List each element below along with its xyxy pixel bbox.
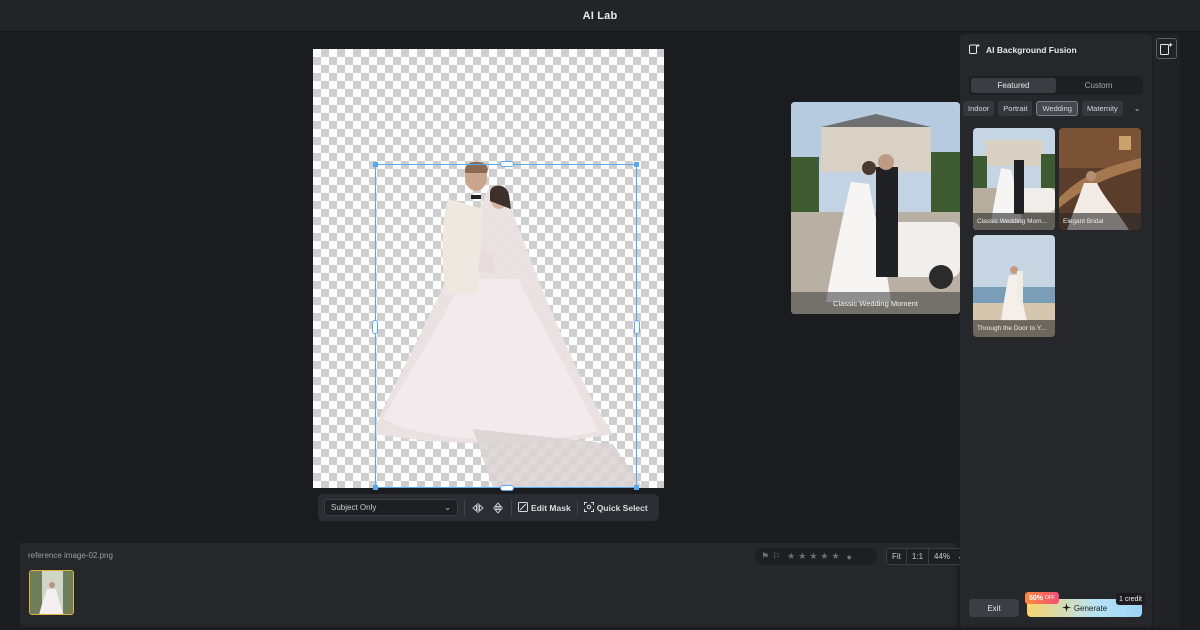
star-icon[interactable]: ★	[831, 551, 839, 562]
chevron-down-icon[interactable]: ⌄	[1134, 104, 1141, 113]
generate-label: Generate	[1073, 603, 1108, 613]
chevron-down-icon: ⌄	[444, 503, 451, 512]
thumbnail-image	[30, 571, 73, 614]
template-card[interactable]: Elegant Bridal	[1059, 128, 1141, 230]
file-name: reference image-02.png	[28, 551, 113, 560]
star-icon[interactable]: ★	[809, 551, 817, 562]
preview-caption: Classic Wedding Moment	[791, 292, 960, 314]
background-fusion-icon	[969, 43, 980, 56]
category-indoor[interactable]: Indoor	[963, 101, 995, 116]
tab-featured[interactable]: Featured	[971, 78, 1056, 93]
divider	[576, 499, 578, 516]
template-caption: Classic Wedding Mom...	[973, 213, 1055, 230]
category-maternity[interactable]: Maternity	[1081, 101, 1123, 116]
panel-tabs: Featured Custom	[969, 76, 1143, 95]
flag-icon[interactable]: ⚑	[761, 551, 769, 562]
discount-suffix: OFF	[1045, 595, 1056, 601]
edit-mask-icon	[518, 501, 528, 514]
rating-bar: ⚑ ⚐ ★ ★ ★ ★ ★ ●	[755, 548, 877, 565]
tab-custom[interactable]: Custom	[1056, 78, 1141, 93]
exit-button[interactable]: Exit	[969, 599, 1019, 617]
template-caption: Through the Door to Y...	[973, 320, 1055, 337]
template-card[interactable]: Through the Door to Y...	[973, 235, 1055, 337]
app-title: AI Lab	[582, 9, 618, 22]
resize-corner-top-right[interactable]	[634, 162, 639, 167]
thumbnail-selected[interactable]	[29, 570, 74, 615]
discount-value: 50%	[1029, 594, 1044, 602]
edit-mask-button[interactable]: Edit Mask	[518, 501, 571, 514]
canvas-toolbar: Subject Only ⌄ Edit Mask Quick Select	[318, 494, 659, 521]
category-wedding[interactable]: Wedding	[1036, 101, 1078, 116]
color-label-icon[interactable]: ●	[847, 552, 852, 562]
tool-sidebar	[1153, 34, 1180, 627]
quick-select-icon	[583, 501, 594, 514]
star-icon[interactable]: ★	[820, 551, 828, 562]
selection-box[interactable]	[372, 161, 640, 491]
zoom-level-value: 44%	[934, 552, 951, 561]
filmstrip: reference image-02.png ⚑ ⚐ ★ ★ ★ ★ ★ ● F…	[20, 543, 970, 627]
star-icon[interactable]: ★	[787, 551, 795, 562]
divider	[464, 499, 465, 516]
discount-badge: 50% OFF	[1025, 592, 1060, 604]
category-portrait[interactable]: Portrait	[998, 101, 1033, 116]
reject-flag-icon[interactable]: ⚐	[772, 551, 780, 562]
resize-corner-bottom-left[interactable]	[373, 485, 378, 490]
category-chips: Indoor Portrait Wedding Maternity ⌄	[963, 101, 1140, 116]
reference-preview: Classic Wedding Moment	[791, 102, 960, 314]
quick-select-button[interactable]: Quick Select	[583, 501, 648, 514]
quick-select-label: Quick Select	[596, 502, 648, 513]
template-card[interactable]: Classic Wedding Mom...	[973, 128, 1055, 230]
resize-handle-left[interactable]	[372, 320, 378, 334]
edit-mask-label: Edit Mask	[531, 502, 571, 513]
flip-horizontal-icon[interactable]	[471, 501, 485, 515]
resize-handle-right[interactable]	[634, 320, 640, 334]
credit-badge: 1 credit	[1116, 593, 1145, 605]
sparkle-icon	[1061, 602, 1071, 614]
resize-handle-top[interactable]	[500, 161, 514, 167]
title-bar: AI Lab	[0, 0, 1200, 32]
resize-corner-bottom-right[interactable]	[634, 485, 639, 490]
flip-vertical-icon[interactable]	[491, 501, 505, 515]
resize-handle-bottom[interactable]	[500, 485, 514, 491]
resize-corner-top-left[interactable]	[373, 162, 378, 167]
panel-header: AI Background Fusion	[969, 43, 1077, 56]
zoom-fit-button[interactable]: Fit	[887, 549, 907, 564]
preview-image	[791, 102, 960, 314]
star-icon[interactable]: ★	[798, 551, 806, 562]
template-caption: Elegant Bridal	[1059, 213, 1141, 230]
panel-title: AI Background Fusion	[986, 44, 1077, 55]
mode-select-value: Subject Only	[331, 503, 377, 512]
background-fusion-tool-icon[interactable]	[1156, 38, 1177, 59]
zoom-1to1-button[interactable]: 1:1	[907, 549, 930, 564]
zoom-controls: Fit 1:1 44% ⌄	[886, 548, 970, 565]
divider	[511, 499, 512, 516]
mode-select[interactable]: Subject Only ⌄	[324, 499, 458, 516]
